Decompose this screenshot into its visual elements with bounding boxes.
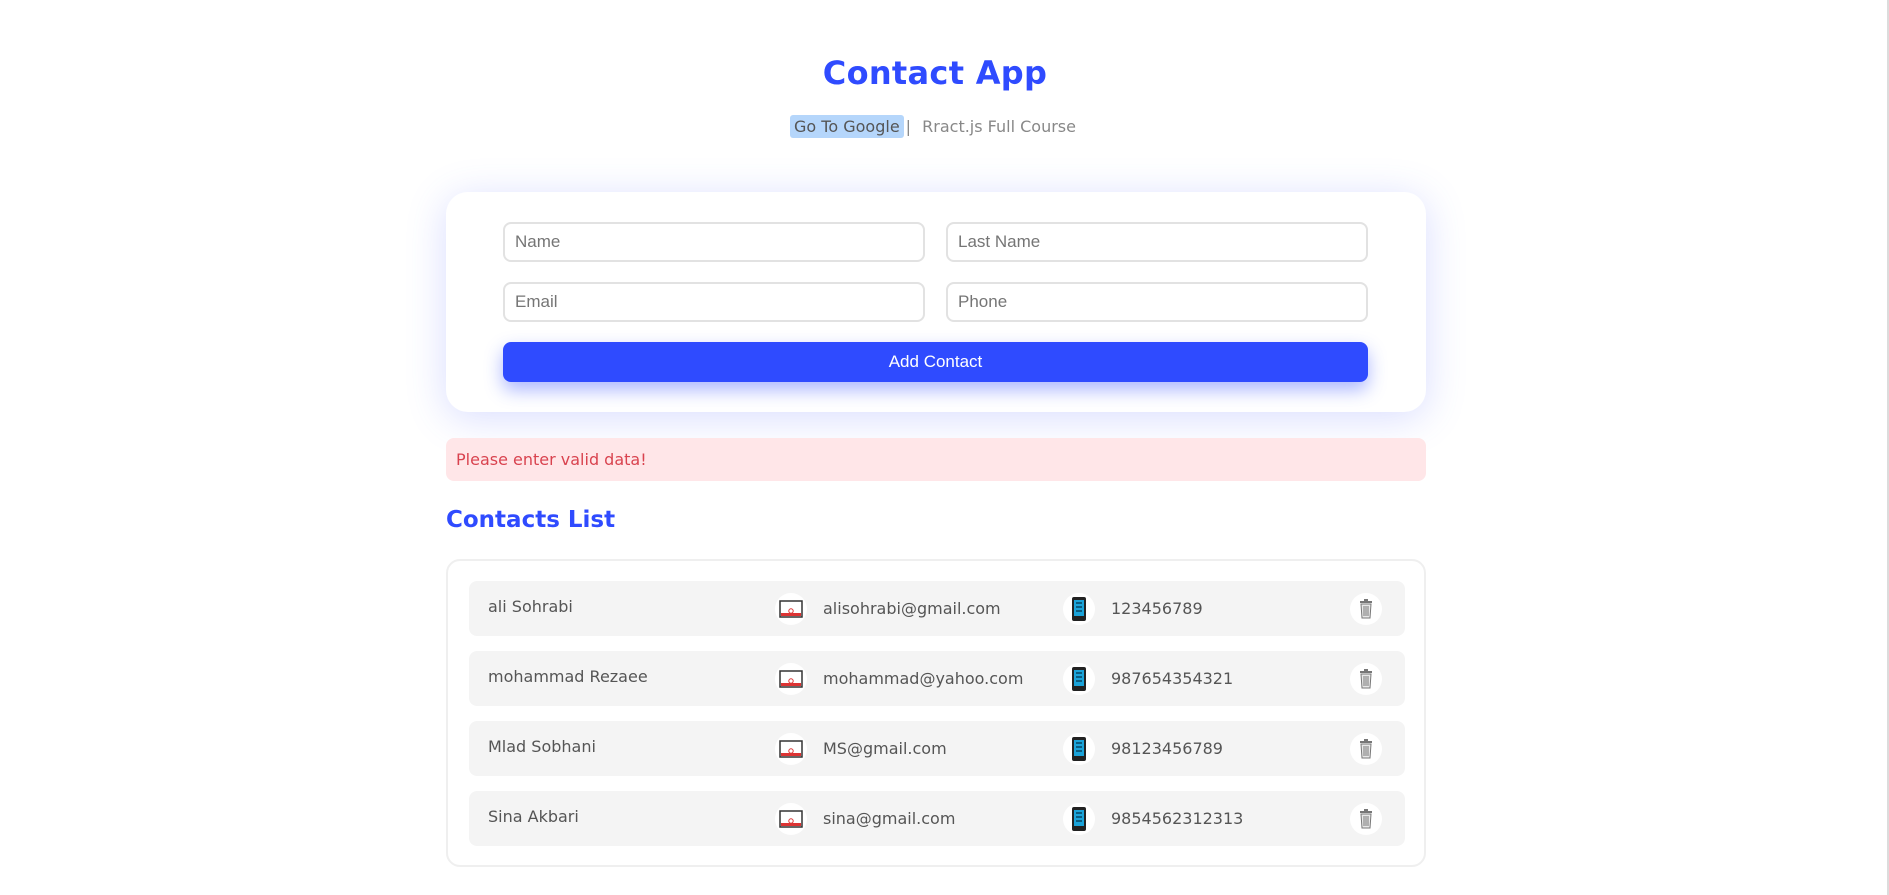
contact-phone: 987654354321	[1111, 669, 1234, 688]
delete-contact-button[interactable]	[1350, 733, 1382, 765]
top-nav: Go To Google | Rract.js Full Course	[0, 115, 1870, 138]
trash-icon	[1360, 669, 1372, 689]
contact-name: ali Sohrabi	[488, 597, 573, 616]
trash-icon	[1360, 739, 1372, 759]
trash-icon	[1360, 809, 1372, 829]
envelope-icon	[775, 733, 807, 765]
contacts-list-title: Contacts List	[446, 507, 616, 533]
envelope-icon	[775, 803, 807, 835]
contact-name: Mlad Sobhani	[488, 737, 596, 756]
name-input[interactable]	[503, 222, 925, 262]
contact-row: Sina Akbari sina@gmail.com 9854562312313	[469, 791, 1405, 846]
contact-row: ali Sohrabi alisohrabi@gmail.com 1234567…	[469, 581, 1405, 636]
error-alert: Please enter valid data!	[446, 438, 1426, 481]
page-title: Contact App	[822, 54, 1048, 92]
mobile-phone-icon	[1063, 733, 1095, 765]
contact-email: alisohrabi@gmail.com	[823, 599, 1001, 618]
contact-form: Add Contact	[446, 192, 1426, 412]
page: Contact App Go To Google | Rract.js Full …	[0, 0, 1889, 895]
contact-name: mohammad Rezaee	[488, 667, 648, 686]
phone-input[interactable]	[946, 282, 1368, 322]
trash-icon	[1360, 599, 1372, 619]
envelope-icon	[775, 663, 807, 695]
delete-contact-button[interactable]	[1350, 803, 1382, 835]
contact-row: mohammad Rezaee mohammad@yahoo.com 98765…	[469, 651, 1405, 706]
course-link[interactable]: Rract.js Full Course	[918, 115, 1080, 138]
last-name-input[interactable]	[946, 222, 1368, 262]
email-input[interactable]	[503, 282, 925, 322]
delete-contact-button[interactable]	[1350, 663, 1382, 695]
contacts-list: ali Sohrabi alisohrabi@gmail.com 1234567…	[446, 559, 1426, 867]
contact-email: mohammad@yahoo.com	[823, 669, 1024, 688]
google-link[interactable]: Go To Google	[790, 115, 904, 138]
add-contact-button[interactable]: Add Contact	[503, 342, 1368, 382]
contact-name: Sina Akbari	[488, 807, 579, 826]
mobile-phone-icon	[1063, 803, 1095, 835]
contact-email: sina@gmail.com	[823, 809, 956, 828]
mobile-phone-icon	[1063, 593, 1095, 625]
contact-phone: 98123456789	[1111, 739, 1223, 758]
contact-email: MS@gmail.com	[823, 739, 947, 758]
contact-phone: 9854562312313	[1111, 809, 1244, 828]
envelope-icon	[775, 593, 807, 625]
contact-row: Mlad Sobhani MS@gmail.com 98123456789	[469, 721, 1405, 776]
delete-contact-button[interactable]	[1350, 593, 1382, 625]
contact-phone: 123456789	[1111, 599, 1203, 618]
mobile-phone-icon	[1063, 663, 1095, 695]
nav-separator: |	[905, 117, 912, 136]
